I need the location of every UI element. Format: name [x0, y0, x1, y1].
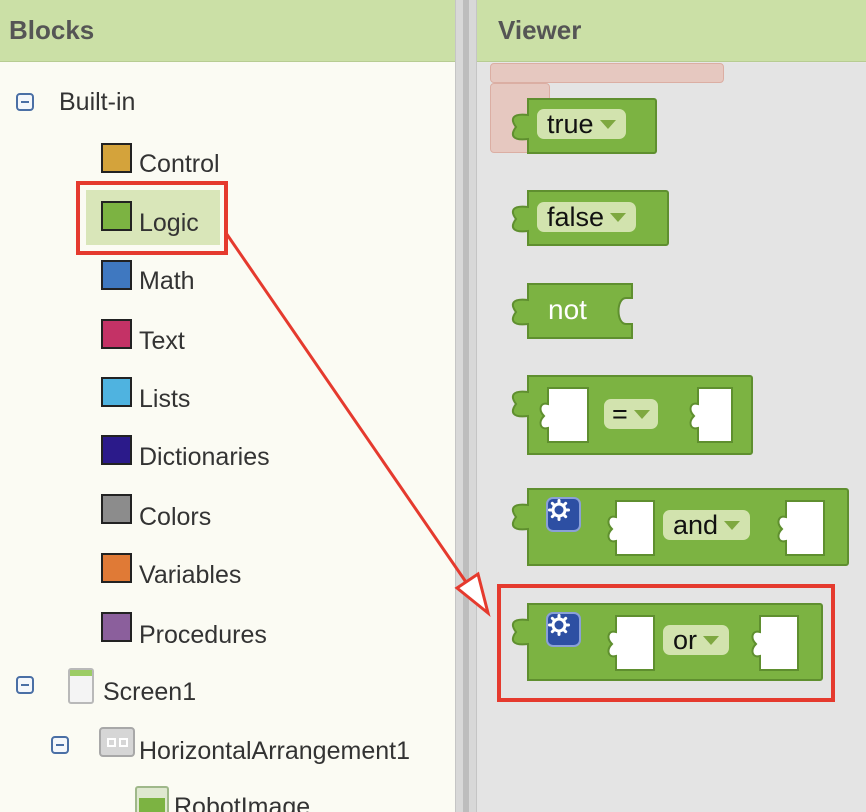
tree-item-horizontal-arrangement[interactable]: HorizontalArrangement1 [139, 737, 410, 766]
collapse-builtin-icon[interactable] [16, 93, 34, 111]
false-label: false [547, 201, 605, 232]
equals-label: = [612, 398, 628, 429]
tree-item-robot-image[interactable]: RobotImage [174, 793, 310, 812]
text-swatch-icon [101, 319, 132, 349]
sidebar-item-label: Variables [139, 561, 242, 589]
screen-icon [68, 668, 94, 704]
procedures-swatch-icon [101, 612, 132, 642]
builtin-label[interactable]: Built-in [59, 88, 135, 117]
dictionaries-swatch-icon [101, 435, 132, 465]
sidebar-item-label: Procedures [139, 621, 267, 649]
blocks-panel: Blocks Built-in Control Logic Math Text … [0, 0, 455, 812]
horizontal-arrangement-icon [99, 727, 135, 757]
control-swatch-icon [101, 143, 132, 173]
collapse-arrangement-icon[interactable] [51, 736, 69, 754]
true-label: true [547, 108, 594, 139]
math-swatch-icon [101, 260, 132, 290]
sidebar-item-label: Dictionaries [139, 443, 270, 471]
sidebar-item-label: Text [139, 327, 185, 355]
and-mutator-gear-icon[interactable] [546, 497, 581, 532]
logic-false-block[interactable]: false [508, 189, 670, 247]
chevron-down-icon [724, 520, 741, 530]
drag-ghost-block [490, 63, 724, 83]
not-label: not [548, 294, 587, 325]
sidebar-item-label: Control [139, 150, 220, 178]
sidebar-item-label: Math [139, 267, 195, 295]
logic-true-block[interactable]: true [508, 97, 658, 155]
sidebar-item-label: Colors [139, 503, 212, 531]
collapse-screen-icon[interactable] [16, 676, 34, 694]
false-dropdown[interactable]: false [537, 201, 637, 232]
chevron-down-icon [610, 212, 627, 222]
lists-swatch-icon [101, 377, 132, 407]
logic-not-block[interactable]: not [508, 282, 636, 340]
and-label: and [673, 509, 719, 540]
or-block-highlight-box [497, 584, 835, 702]
tree-item-screen1[interactable]: Screen1 [103, 678, 196, 707]
sidebar-item-label: Lists [139, 385, 191, 413]
logic-equals-block[interactable]: = [508, 374, 754, 456]
blocks-panel-title: Blocks [0, 0, 455, 62]
colors-swatch-icon [101, 494, 132, 524]
variables-swatch-icon [101, 553, 132, 583]
logic-and-block[interactable]: and [508, 487, 850, 567]
true-dropdown[interactable]: true [537, 109, 626, 139]
viewer-panel-title: Viewer [477, 0, 866, 62]
and-dropdown[interactable]: and [663, 509, 751, 540]
gear-icon [548, 499, 570, 521]
equals-dropdown[interactable]: = [604, 399, 658, 429]
chevron-down-icon [599, 119, 616, 129]
panel-divider-scrollbar[interactable] [455, 0, 477, 812]
image-component-icon [135, 786, 169, 812]
chevron-down-icon [633, 409, 650, 419]
logic-highlight-box [76, 181, 228, 255]
